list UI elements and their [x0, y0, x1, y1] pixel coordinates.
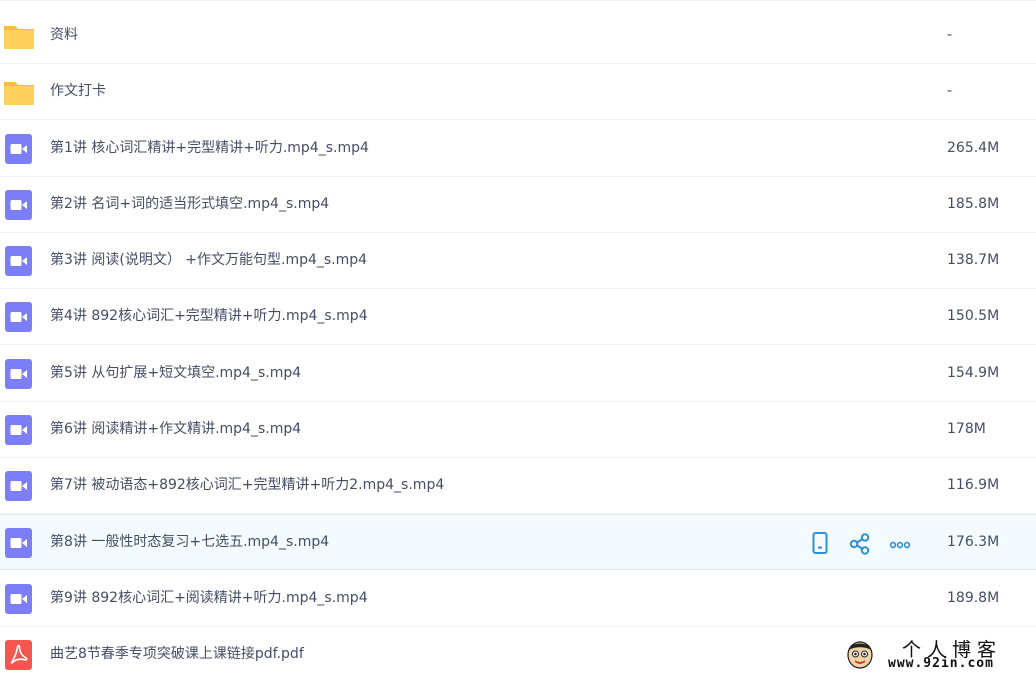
- file-name[interactable]: 曲艺8节春季专项突破课上课链接pdf.pdf: [50, 645, 304, 663]
- row-actions: [806, 529, 926, 557]
- more-icon[interactable]: [886, 529, 914, 557]
- video-icon: [3, 470, 35, 502]
- file-row-0[interactable]: 资料 -: [0, 8, 1036, 64]
- video-icon: [3, 245, 35, 277]
- file-row-3[interactable]: 第2讲 名词+词的适当形式填空.mp4_s.mp4 185.8M: [0, 177, 1036, 233]
- file-name[interactable]: 第2讲 名词+词的适当形式填空.mp4_s.mp4: [50, 195, 329, 213]
- file-name[interactable]: 第1讲 核心词汇精讲+完型精讲+听力.mp4_s.mp4: [50, 139, 369, 157]
- file-size: -: [947, 27, 953, 43]
- file-row-7[interactable]: 第6讲 阅读精讲+作文精讲.mp4_s.mp4 178M: [0, 402, 1036, 458]
- video-icon: [3, 527, 35, 559]
- file-name[interactable]: 第7讲 被动语态+892核心词汇+完型精讲+听力2.mp4_s.mp4: [50, 476, 444, 494]
- watermark-url: www.92in.com: [888, 656, 994, 671]
- video-icon: [3, 358, 35, 390]
- file-list: 资料 - 作文打卡 - 第1讲 核心词汇精讲+完型精讲+听力.mp4_s.mp4…: [0, 0, 1036, 676]
- pdf-icon: [3, 639, 35, 671]
- file-size: 176.3M: [947, 534, 1000, 550]
- file-row-10[interactable]: 第9讲 892核心词汇+阅读精讲+听力.mp4_s.mp4 189.8M: [0, 571, 1036, 627]
- video-icon: [3, 133, 35, 165]
- file-name[interactable]: 第6讲 阅读精讲+作文精讲.mp4_s.mp4: [50, 420, 301, 438]
- file-row-5[interactable]: 第4讲 892核心词汇+完型精讲+听力.mp4_s.mp4 150.5M: [0, 289, 1036, 345]
- folder-icon: [3, 76, 35, 108]
- file-name[interactable]: 第3讲 阅读(说明文） +作文万能句型.mp4_s.mp4: [50, 251, 367, 269]
- file-row-1[interactable]: 作文打卡 -: [0, 64, 1036, 120]
- file-row-2[interactable]: 第1讲 核心词汇精讲+完型精讲+听力.mp4_s.mp4 265.4M: [0, 121, 1036, 177]
- share-icon[interactable]: [846, 529, 874, 557]
- watermark: 个人博客 www.92in.com: [840, 634, 1030, 674]
- video-icon: [3, 583, 35, 615]
- file-size: 150.5M: [947, 308, 1000, 324]
- file-size: -: [947, 83, 953, 99]
- file-name[interactable]: 第5讲 从句扩展+短文填空.mp4_s.mp4: [50, 364, 301, 382]
- video-icon: [3, 189, 35, 221]
- file-size: 185.8M: [947, 196, 1000, 212]
- file-size: 189.8M: [947, 590, 1000, 606]
- file-row-4[interactable]: 第3讲 阅读(说明文） +作文万能句型.mp4_s.mp4 138.7M: [0, 233, 1036, 289]
- file-size: 116.9M: [947, 477, 1000, 493]
- file-size: 138.7M: [947, 252, 1000, 268]
- file-name[interactable]: 资料: [50, 26, 78, 44]
- file-row-6[interactable]: 第5讲 从句扩展+短文填空.mp4_s.mp4 154.9M: [0, 346, 1036, 402]
- file-row-9[interactable]: 第8讲 一般性时态复习+七选五.mp4_s.mp4 176.3M: [0, 514, 1036, 570]
- file-row-8[interactable]: 第7讲 被动语态+892核心词汇+完型精讲+听力2.mp4_s.mp4 116.…: [0, 458, 1036, 514]
- video-icon: [3, 301, 35, 333]
- file-name[interactable]: 第4讲 892核心词汇+完型精讲+听力.mp4_s.mp4: [50, 307, 368, 325]
- folder-icon: [3, 20, 35, 52]
- file-size: 154.9M: [947, 365, 1000, 381]
- phone-icon[interactable]: [806, 529, 834, 557]
- file-name[interactable]: 作文打卡: [50, 82, 106, 100]
- video-icon: [3, 414, 35, 446]
- file-name[interactable]: 第9讲 892核心词汇+阅读精讲+听力.mp4_s.mp4: [50, 589, 368, 607]
- file-size: 265.4M: [947, 140, 1000, 156]
- file-size: 178M: [947, 421, 986, 437]
- file-name[interactable]: 第8讲 一般性时态复习+七选五.mp4_s.mp4: [50, 533, 329, 551]
- cartoon-avatar-icon: [844, 637, 876, 671]
